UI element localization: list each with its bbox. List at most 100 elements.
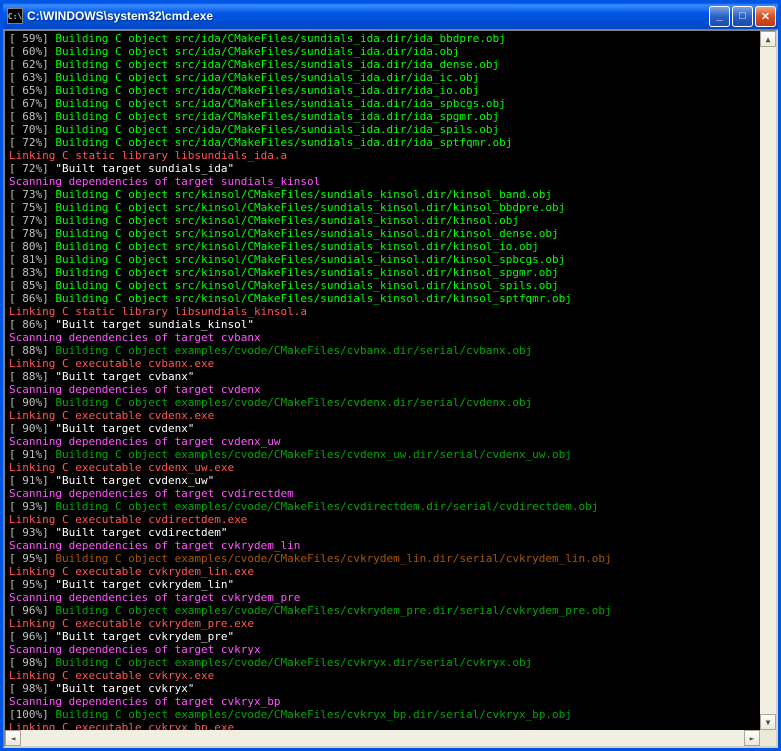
terminal-span: "Built target cvdirectdem" [55,526,227,539]
scrollbar-corner [760,730,776,746]
terminal-line: [ 63%] Building C object src/ida/CMakeFi… [9,71,756,84]
scroll-right-button[interactable]: ► [744,730,760,746]
terminal-span: [ 95%] [9,578,55,591]
terminal-span: Scanning dependencies of target cvdenx [9,383,261,396]
terminal-line: Scanning dependencies of target cvbanx [9,331,756,344]
terminal-span: [100%] [9,708,55,721]
terminal-span: Building C object examples/cvode/CMakeFi… [55,708,572,721]
terminal-span: Building C object src/ida/CMakeFiles/sun… [55,84,479,97]
scroll-track-v[interactable] [760,47,776,714]
terminal-line: [ 88%] Building C object examples/cvode/… [9,344,756,357]
terminal-span: [ 59%] [9,32,55,45]
terminal-line: [ 98%] Building C object examples/cvode/… [9,656,756,669]
minimize-button[interactable]: _ [709,6,730,27]
terminal-span: Building C object examples/cvode/CMakeFi… [55,448,572,461]
terminal-span: Building C object src/ida/CMakeFiles/sun… [55,97,505,110]
cmd-window: C:\ C:\WINDOWS\system32\cmd.exe _ □ ✕ [ … [0,0,781,751]
terminal-line: Scanning dependencies of target cvdenx_u… [9,435,756,448]
terminal-span: [ 80%] [9,240,55,253]
terminal-line: [ 86%] Building C object src/kinsol/CMak… [9,292,756,305]
close-button[interactable]: ✕ [755,6,776,27]
terminal-span: [ 96%] [9,604,55,617]
terminal-span: [ 90%] [9,422,55,435]
terminal-span: Building C object examples/cvode/CMakeFi… [55,656,532,669]
terminal-span: Linking C executable cvdenx.exe [9,409,214,422]
terminal-span: [ 68%] [9,110,55,123]
terminal-span: Building C object src/ida/CMakeFiles/sun… [55,45,459,58]
terminal-line: [ 98%] "Built target cvkryx" [9,682,756,695]
terminal-span: Building C object src/kinsol/CMakeFiles/… [55,292,572,305]
terminal-line: [ 73%] Building C object src/kinsol/CMak… [9,188,756,201]
terminal-span: Building C object src/kinsol/CMakeFiles/… [55,253,565,266]
terminal-span: [ 72%] [9,162,55,175]
terminal-span: [ 86%] [9,318,55,331]
scroll-down-button[interactable]: ▼ [760,714,776,730]
scroll-up-button[interactable]: ▲ [760,31,776,47]
terminal-span: Linking C executable cvkrydem_lin.exe [9,565,254,578]
terminal-span: [ 91%] [9,448,55,461]
terminal-span: Building C object src/ida/CMakeFiles/sun… [55,136,512,149]
terminal-span: "Built target cvkryx" [55,682,194,695]
terminal-line: [ 95%] Building C object examples/cvode/… [9,552,756,565]
terminal-span: Linking C static library libsundials_kin… [9,305,307,318]
terminal-span: [ 91%] [9,474,55,487]
terminal-span: [ 63%] [9,71,55,84]
terminal-span: "Built target cvkrydem_lin" [55,578,234,591]
terminal-span: Scanning dependencies of target sundials… [9,175,320,188]
terminal-span: [ 73%] [9,188,55,201]
terminal-span: Building C object src/ida/CMakeFiles/sun… [55,123,499,136]
terminal-line: Linking C executable cvdirectdem.exe [9,513,756,526]
terminal-output[interactable]: [ 59%] Building C object src/ida/CMakeFi… [5,31,760,730]
terminal-span: Building C object src/kinsol/CMakeFiles/… [55,227,558,240]
terminal-line: Scanning dependencies of target cvdenx [9,383,756,396]
scroll-track-h[interactable] [21,730,744,746]
terminal-line: Scanning dependencies of target cvkrydem… [9,591,756,604]
terminal-span: [ 85%] [9,279,55,292]
terminal-span: Building C object src/kinsol/CMakeFiles/… [55,279,558,292]
terminal-line: [ 78%] Building C object src/kinsol/CMak… [9,227,756,240]
terminal-span: [ 78%] [9,227,55,240]
terminal-line: Linking C executable cvdenx_uw.exe [9,461,756,474]
terminal-line: Linking C executable cvkryx.exe [9,669,756,682]
terminal-span: Scanning dependencies of target cvdenx_u… [9,435,281,448]
terminal-line: [ 95%] "Built target cvkrydem_lin" [9,578,756,591]
terminal-line: Linking C executable cvbanx.exe [9,357,756,370]
titlebar[interactable]: C:\ C:\WINDOWS\system32\cmd.exe _ □ ✕ [3,3,778,29]
terminal-line: Scanning dependencies of target sundials… [9,175,756,188]
terminal-span: Building C object src/ida/CMakeFiles/sun… [55,110,499,123]
scroll-left-button[interactable]: ◄ [5,730,21,746]
app-icon: C:\ [7,8,23,24]
terminal-span: Building C object src/kinsol/CMakeFiles/… [55,201,565,214]
terminal-line: [ 93%] "Built target cvdirectdem" [9,526,756,539]
terminal-line: [ 72%] Building C object src/ida/CMakeFi… [9,136,756,149]
terminal-line: Linking C executable cvdenx.exe [9,409,756,422]
terminal-span: Building C object examples/cvode/CMakeFi… [55,604,611,617]
terminal-span: Building C object src/kinsol/CMakeFiles/… [55,266,558,279]
terminal-line: Scanning dependencies of target cvkrydem… [9,539,756,552]
terminal-span: [ 98%] [9,682,55,695]
terminal-span: [ 95%] [9,552,55,565]
terminal-span: [ 67%] [9,97,55,110]
terminal-span: [ 93%] [9,500,55,513]
terminal-span: Building C object src/kinsol/CMakeFiles/… [55,214,519,227]
client-area: [ 59%] Building C object src/ida/CMakeFi… [3,29,778,748]
vertical-scrollbar[interactable]: ▲ ▼ [760,31,776,730]
terminal-span: Building C object examples/cvode/CMakeFi… [55,344,532,357]
terminal-span: Building C object src/ida/CMakeFiles/sun… [55,71,479,84]
terminal-span: [ 88%] [9,370,55,383]
terminal-span: Linking C executable cvkryx.exe [9,669,214,682]
terminal-line: [ 72%] "Built target sundials_ida" [9,162,756,175]
terminal-line: [ 93%] Building C object examples/cvode/… [9,500,756,513]
terminal-span: Building C object src/ida/CMakeFiles/sun… [55,58,499,71]
terminal-line: [ 90%] Building C object examples/cvode/… [9,396,756,409]
terminal-span: Building C object examples/cvode/CMakeFi… [55,500,598,513]
horizontal-scrollbar[interactable]: ◄ ► [5,730,776,746]
terminal-span: "Built target sundials_kinsol" [55,318,254,331]
terminal-span: Scanning dependencies of target cvkrydem… [9,591,300,604]
terminal-span: [ 98%] [9,656,55,669]
terminal-span: [ 86%] [9,292,55,305]
terminal-span: Building C object src/ida/CMakeFiles/sun… [55,32,505,45]
terminal-line: [ 90%] "Built target cvdenx" [9,422,756,435]
maximize-button[interactable]: □ [732,6,753,27]
terminal-span: [ 75%] [9,201,55,214]
